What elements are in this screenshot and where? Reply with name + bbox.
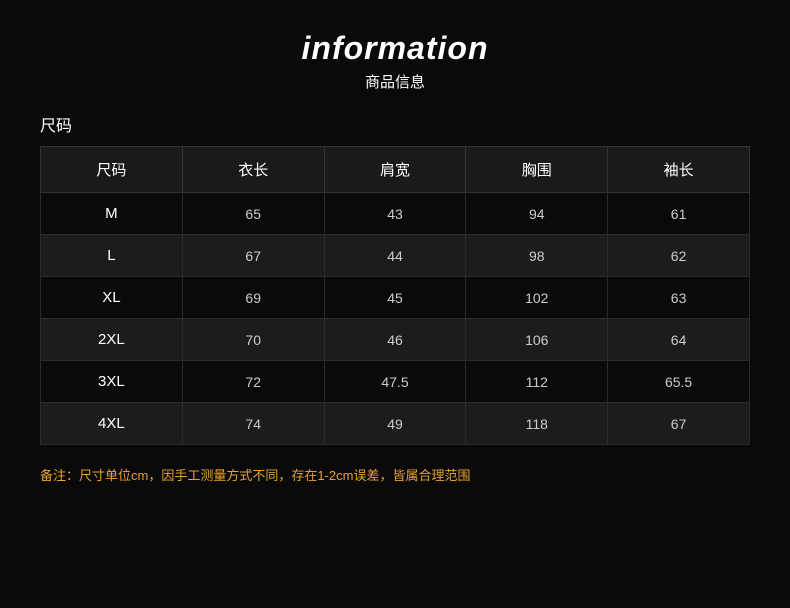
table-cell: 67 bbox=[608, 403, 750, 445]
table-cell: 112 bbox=[466, 361, 608, 403]
table-cell: L bbox=[41, 235, 183, 277]
table-cell: 106 bbox=[466, 319, 608, 361]
table-cell: 45 bbox=[324, 277, 466, 319]
section-label: 尺码 bbox=[40, 112, 750, 136]
table-row: 2XL704610664 bbox=[41, 319, 750, 361]
page-title: information bbox=[40, 30, 750, 67]
table-cell: 70 bbox=[182, 319, 324, 361]
table-header-cell: 胸围 bbox=[466, 147, 608, 193]
table-cell: 43 bbox=[324, 193, 466, 235]
subtitle: 商品信息 bbox=[40, 71, 750, 92]
table-cell: XL bbox=[41, 277, 183, 319]
table-cell: 46 bbox=[324, 319, 466, 361]
table-cell: 67 bbox=[182, 235, 324, 277]
table-cell: 74 bbox=[182, 403, 324, 445]
table-body: M65439461L67449862XL6945102632XL70461066… bbox=[41, 193, 750, 445]
table-header-row: 尺码衣长肩宽胸围袖长 bbox=[41, 147, 750, 193]
table-row: 4XL744911867 bbox=[41, 403, 750, 445]
table-cell: 49 bbox=[324, 403, 466, 445]
table-cell: M bbox=[41, 193, 183, 235]
table-cell: 102 bbox=[466, 277, 608, 319]
footnote: 备注：尺寸单位cm，因手工测量方式不同，存在1-2cm误差，皆属合理范围 bbox=[40, 465, 750, 484]
table-cell: 69 bbox=[182, 277, 324, 319]
table-header-cell: 尺码 bbox=[41, 147, 183, 193]
table-row: 3XL7247.511265.5 bbox=[41, 361, 750, 403]
table-cell: 47.5 bbox=[324, 361, 466, 403]
table-cell: 63 bbox=[608, 277, 750, 319]
table-header-cell: 衣长 bbox=[182, 147, 324, 193]
table-cell: 4XL bbox=[41, 403, 183, 445]
table-cell: 65.5 bbox=[608, 361, 750, 403]
table-cell: 98 bbox=[466, 235, 608, 277]
table-header-cell: 肩宽 bbox=[324, 147, 466, 193]
table-cell: 72 bbox=[182, 361, 324, 403]
table-row: XL694510263 bbox=[41, 277, 750, 319]
table-cell: 65 bbox=[182, 193, 324, 235]
table-cell: 64 bbox=[608, 319, 750, 361]
table-cell: 44 bbox=[324, 235, 466, 277]
table-cell: 3XL bbox=[41, 361, 183, 403]
table-cell: 2XL bbox=[41, 319, 183, 361]
table-row: M65439461 bbox=[41, 193, 750, 235]
table-cell: 118 bbox=[466, 403, 608, 445]
table-header-cell: 袖长 bbox=[608, 147, 750, 193]
table-row: L67449862 bbox=[41, 235, 750, 277]
table-cell: 94 bbox=[466, 193, 608, 235]
size-table: 尺码衣长肩宽胸围袖长 M65439461L67449862XL694510263… bbox=[40, 146, 750, 445]
table-cell: 62 bbox=[608, 235, 750, 277]
table-cell: 61 bbox=[608, 193, 750, 235]
